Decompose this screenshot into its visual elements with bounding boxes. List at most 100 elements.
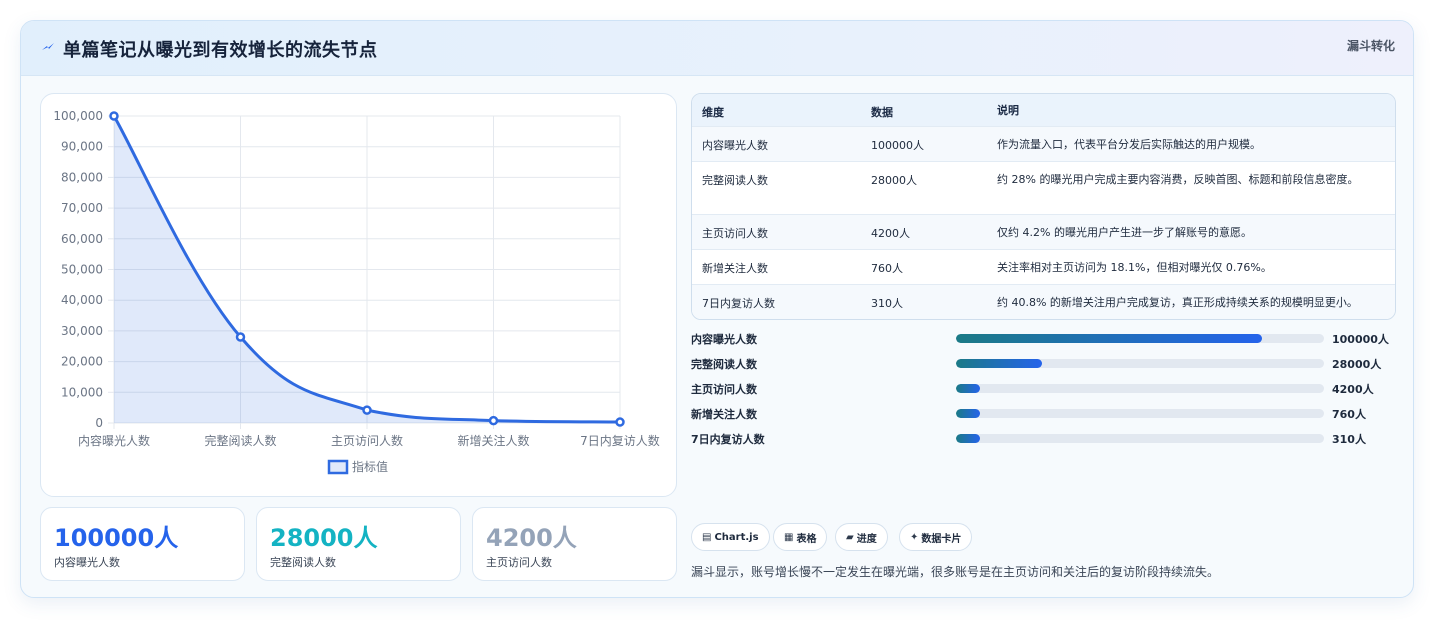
cell-data: 4200人 (871, 227, 910, 240)
progress-fill (956, 434, 980, 443)
data-point (109, 111, 119, 121)
progress-value: 4200人 (1332, 383, 1374, 396)
progress-row: 完整阅读人数 28000人 (691, 354, 1396, 374)
data-point (488, 415, 499, 426)
x-tick-label: 内容曝光人数 (78, 433, 150, 448)
cell-dim: 主页访问人数 (702, 227, 768, 240)
cell-desc: 约 28% 的曝光用户完成主要内容消费，反映首图、标题和前段信息密度。 (997, 173, 1359, 186)
progress-icon: ▰ (846, 531, 854, 543)
funnel-card: 单篇笔记从曝光到有效增长的流失节点 漏斗转化 100,000 90,000 80,0… (20, 20, 1414, 598)
y-tick-label: 60,000 (61, 232, 103, 246)
page: 单篇笔记从曝光到有效增长的流失节点 漏斗转化 100,000 90,000 80,0… (0, 0, 1435, 621)
progress-label: 7日内复访人数 (691, 433, 765, 446)
progress-value: 28000人 (1332, 358, 1382, 371)
progress-fill (956, 359, 1042, 368)
y-tick-label: 20,000 (61, 355, 103, 369)
chip-data-card[interactable]: ✦ 数据卡片 (899, 523, 973, 551)
data-table: 维度 数据 说明 内容曝光人数 100000人 作为流量入口，代表平台分发后实际… (691, 93, 1396, 320)
table-header-row: 维度 数据 说明 (692, 94, 1395, 127)
line-chart-svg: 100,000 90,000 80,000 70,000 60,000 50,000 40,… (53, 109, 660, 475)
cell-dim: 新增关注人数 (702, 262, 768, 275)
stat-card-read: 28000人 完整阅读人数 (256, 507, 461, 581)
legend-label: 指标值 (352, 459, 388, 474)
stat-value: 28000人 (270, 524, 378, 552)
progress-track (956, 434, 1324, 443)
progress-label: 内容曝光人数 (691, 333, 757, 346)
cell-dim: 内容曝光人数 (702, 139, 768, 152)
progress-fill (956, 334, 1263, 343)
y-tick-label: 0 (95, 416, 103, 430)
chip-progress[interactable]: ▰ 进度 (835, 523, 888, 551)
progress-row: 7日内复访人数 310人 (691, 429, 1396, 449)
y-tick-label: 50,000 (61, 263, 103, 277)
card-header: 单篇笔记从曝光到有效增长的流失节点 漏斗转化 (21, 21, 1413, 76)
progress-label: 新增关注人数 (691, 408, 757, 421)
lightning-icon (42, 43, 54, 50)
x-tick-label: 新增关注人数 (457, 433, 529, 448)
cell-desc: 关注率相对主页访问为 18.1%，但相对曝光仅 0.76%。 (997, 261, 1272, 274)
progress-list: 内容曝光人数 100000人 完整阅读人数 28000人 主页访问人数 4200… (691, 329, 1396, 449)
table-row: 完整阅读人数 28000人 约 28% 的曝光用户完成主要内容消费，反映首图、标… (692, 162, 1395, 215)
y-tick-label: 100,000 (53, 109, 103, 123)
funnel-tag: 漏斗转化 (1346, 39, 1395, 53)
y-tick-label: 90,000 (61, 140, 103, 154)
progress-row: 主页访问人数 4200人 (691, 379, 1396, 399)
header-dim: 维度 (702, 106, 724, 119)
progress-track (956, 409, 1324, 418)
x-tick-label: 完整阅读人数 (204, 433, 276, 448)
y-tick-label: 10,000 (61, 385, 103, 399)
legend-swatch (327, 459, 349, 475)
stat-card-exposure: 100000人 内容曝光人数 (40, 507, 245, 581)
chip-label: Chart.js (714, 531, 759, 543)
stat-label: 完整阅读人数 (270, 556, 336, 569)
stat-label: 内容曝光人数 (54, 556, 120, 569)
progress-value: 100000人 (1332, 333, 1389, 346)
data-point (362, 405, 372, 415)
footnote: 漏斗显示，账号增长慢不一定发生在曝光端，很多账号是在主页访问和关注后的复访阶段持… (691, 565, 1220, 579)
x-tick-label: 主页访问人数 (331, 433, 403, 448)
cell-data: 310人 (871, 297, 903, 310)
x-tick-label: 7日内复访人数 (580, 433, 660, 448)
y-tick-label: 40,000 (61, 293, 103, 307)
table-row: 内容曝光人数 100000人 作为流量入口，代表平台分发后实际触达的用户规模。 (692, 127, 1395, 162)
line-chart: 100,000 90,000 80,000 70,000 60,000 50,000 40,… (40, 93, 677, 497)
progress-track (956, 384, 1324, 393)
stat-label: 主页访问人数 (486, 556, 552, 569)
chip-table[interactable]: ▦ 表格 (773, 523, 828, 551)
header-desc: 说明 (997, 104, 1019, 117)
data-point (235, 332, 246, 342)
progress-label: 完整阅读人数 (691, 358, 757, 371)
chip-label: 表格 (796, 533, 817, 545)
cell-dim: 完整阅读人数 (702, 174, 768, 187)
y-tick-label: 80,000 (61, 170, 103, 184)
cell-desc: 作为流量入口，代表平台分发后实际触达的用户规模。 (997, 138, 1261, 151)
card-title: 单篇笔记从曝光到有效增长的流失节点 (63, 40, 378, 61)
cell-data: 28000人 (871, 174, 917, 187)
y-tick-label: 30,000 (61, 324, 103, 338)
progress-fill (956, 409, 980, 418)
cell-data: 760人 (871, 262, 903, 275)
cell-data: 100000人 (871, 139, 924, 152)
progress-row: 新增关注人数 760人 (691, 404, 1396, 424)
stat-card-visit: 4200人 主页访问人数 (472, 507, 677, 581)
progress-label: 主页访问人数 (691, 383, 757, 396)
y-tick-label: 70,000 (61, 201, 103, 215)
progress-track (956, 334, 1324, 343)
progress-value: 760人 (1332, 408, 1366, 421)
progress-value: 310人 (1332, 433, 1366, 446)
table-icon: ▦ (784, 531, 794, 543)
stat-value: 100000人 (54, 524, 179, 552)
header-data: 数据 (871, 106, 893, 119)
chip-label: 数据卡片 (921, 533, 962, 545)
cell-desc: 约 40.8% 的新增关注用户完成复访，真正形成持续关系的规模明显更小。 (997, 296, 1358, 309)
sparkle-icon: ✦ (910, 531, 919, 543)
chip-chartjs[interactable]: ▤ Chart.js (691, 523, 770, 551)
table-row: 新增关注人数 760人 关注率相对主页访问为 18.1%，但相对曝光仅 0.76… (692, 250, 1395, 285)
cell-dim: 7日内复访人数 (702, 297, 775, 310)
stat-value: 4200人 (486, 524, 577, 552)
table-row: 7日内复访人数 310人 约 40.8% 的新增关注用户完成复访，真正形成持续关… (692, 285, 1395, 319)
progress-row: 内容曝光人数 100000人 (691, 329, 1396, 349)
legend-layer: 指标值 (327, 459, 388, 475)
table-row: 主页访问人数 4200人 仅约 4.2% 的曝光用户产生进一步了解账号的意愿。 (692, 215, 1395, 250)
data-point (615, 417, 625, 427)
